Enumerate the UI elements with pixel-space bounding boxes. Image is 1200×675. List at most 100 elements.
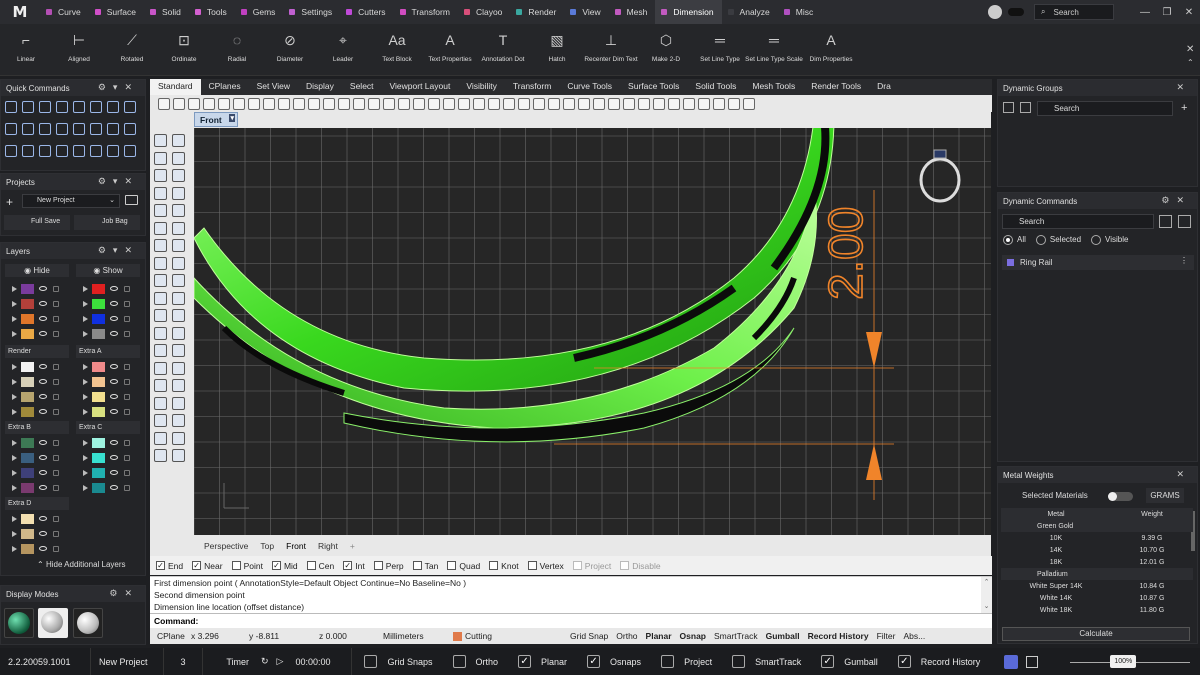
expand-icon[interactable]	[83, 300, 88, 307]
group-sort-icon[interactable]	[1020, 102, 1031, 113]
ribbon-recenter-dim-text-button[interactable]: ⊥ Recenter Dim Text	[584, 24, 637, 76]
quick-command-icon[interactable]	[5, 101, 17, 113]
toolbar-icon[interactable]	[593, 97, 605, 110]
restore-button[interactable]: ❐	[1156, 7, 1178, 18]
layer-color-swatch[interactable]	[21, 376, 34, 387]
quick-command-icon[interactable]	[90, 101, 102, 113]
view-tab-right[interactable]: Right	[312, 541, 344, 551]
palette-tool-icon[interactable]	[154, 204, 167, 217]
job-bag-button[interactable]: Job Bag	[74, 215, 140, 230]
quick-command-icon[interactable]	[5, 145, 17, 157]
palette-tool-icon[interactable]	[154, 291, 167, 305]
toolbar-icon[interactable]	[203, 97, 215, 110]
layer-color-swatch[interactable]	[21, 452, 34, 463]
eye-icon[interactable]	[39, 316, 47, 321]
osnap-int[interactable]: ✓ Int	[343, 561, 365, 571]
toolbar-tab-standard[interactable]: Standard	[150, 79, 201, 95]
osnap-quad[interactable]: Quad	[447, 561, 480, 571]
menu-tab-mesh[interactable]: Mesh	[609, 0, 656, 24]
timer-reset-icon[interactable]: ↻	[257, 656, 273, 667]
palette-tool-icon[interactable]	[154, 186, 167, 200]
layer-row[interactable]	[12, 436, 65, 449]
menu-tab-analyze[interactable]: Analyze	[722, 0, 778, 24]
ribbon-expand-icon[interactable]: ⌃	[1187, 58, 1194, 67]
ribbon-dim-properties-button[interactable]: A Dim Properties	[805, 24, 857, 76]
view-tab-front[interactable]: Front	[280, 541, 312, 551]
layer-color-swatch[interactable]	[92, 328, 105, 339]
dynamic-groups-close-icon[interactable]: ✕	[1176, 82, 1191, 93]
minimize-button[interactable]: —	[1134, 7, 1156, 18]
layer-color-swatch[interactable]	[21, 543, 34, 554]
layer-row[interactable]	[83, 312, 136, 325]
palette-tool-icon[interactable]	[172, 256, 185, 270]
eye-icon[interactable]	[39, 331, 47, 336]
ribbon-rotated-dim-button[interactable]: ⟋ Rotated	[106, 24, 158, 76]
toolbar-icon[interactable]	[488, 97, 500, 110]
close-window-button[interactable]: ✕	[1178, 7, 1200, 18]
toolbar-icon[interactable]	[308, 97, 320, 110]
eye-icon[interactable]	[110, 301, 118, 306]
menu-tab-solid[interactable]: Solid	[144, 0, 189, 24]
palette-tool-icon[interactable]	[154, 396, 167, 410]
projects-controls-icon[interactable]: ⚙▾✕	[98, 176, 139, 187]
layer-color-swatch[interactable]	[92, 482, 105, 493]
quick-command-icon[interactable]	[107, 123, 119, 135]
menu-tab-settings[interactable]: Settings	[283, 0, 340, 24]
rendered-mode-button[interactable]	[38, 608, 68, 638]
expand-icon[interactable]	[83, 439, 88, 446]
expand-icon[interactable]	[12, 515, 17, 522]
palette-tool-icon[interactable]	[172, 151, 185, 165]
palette-tool-icon[interactable]	[154, 361, 167, 375]
quick-command-icon[interactable]	[90, 145, 102, 157]
toolbar-tab-surface-tools[interactable]: Surface Tools	[620, 79, 687, 95]
ring-rail-command[interactable]: Ring Rail ⋮	[1002, 255, 1194, 270]
eye-icon[interactable]	[110, 485, 118, 490]
quick-command-icon[interactable]	[124, 123, 136, 135]
toolbar-icon[interactable]	[743, 97, 755, 110]
status-toggle-grid-snap[interactable]: Grid Snap	[566, 631, 612, 641]
quick-command-icon[interactable]	[56, 123, 68, 135]
palette-tool-icon[interactable]	[172, 221, 185, 235]
menu-tab-clayoo[interactable]: Clayoo	[458, 0, 510, 24]
palette-tool-icon[interactable]	[154, 344, 167, 357]
lock-icon[interactable]	[53, 469, 59, 476]
lock-icon[interactable]	[53, 363, 59, 370]
command-line[interactable]: Command:	[150, 613, 992, 628]
lock-icon[interactable]	[124, 439, 130, 446]
dynamic-commands-controls-icon[interactable]: ⚙✕	[1161, 195, 1191, 206]
full-save-button[interactable]: Full Save	[4, 215, 70, 230]
quick-command-icon[interactable]	[90, 123, 102, 135]
filter-all[interactable]: All	[1003, 235, 1026, 245]
ribbon-diameter-dim-button[interactable]: ⊘ Diameter	[264, 24, 316, 76]
layer-row[interactable]	[83, 481, 136, 494]
layer-color-swatch[interactable]	[92, 298, 105, 309]
expand-icon[interactable]	[12, 408, 17, 415]
quick-command-icon[interactable]	[73, 145, 85, 157]
toolbar-tab-solid-tools[interactable]: Solid Tools	[687, 79, 744, 95]
expand-icon[interactable]	[83, 408, 88, 415]
status-toggle-ortho[interactable]: Ortho	[612, 631, 641, 641]
status-toggle-record-history[interactable]: Record History	[804, 631, 873, 641]
bottom-toggle-smarttrack[interactable]: SmartTrack	[732, 655, 821, 668]
toolbar-icon[interactable]	[578, 97, 590, 110]
toolbar-icon[interactable]	[623, 97, 635, 110]
osnap-near[interactable]: ✓ Near	[192, 561, 223, 571]
status-units[interactable]: Millimeters	[376, 631, 446, 641]
expand-icon[interactable]	[12, 484, 17, 491]
expand-icon[interactable]	[83, 378, 88, 385]
toolbar-tab-cplanes[interactable]: CPlanes	[201, 79, 249, 95]
eye-icon[interactable]	[110, 440, 118, 445]
palette-tool-icon[interactable]	[154, 449, 167, 462]
quick-command-icon[interactable]	[107, 145, 119, 157]
eye-icon[interactable]	[39, 470, 47, 475]
palette-tool-icon[interactable]	[172, 186, 185, 200]
toolbar-icon[interactable]	[263, 97, 275, 110]
toolbar-icon[interactable]	[278, 97, 290, 110]
more-options-icon[interactable]: ⋮	[1180, 256, 1188, 265]
palette-tool-icon[interactable]	[172, 274, 185, 287]
bottom-toggle-project[interactable]: Project	[661, 655, 732, 668]
ribbon-close-icon[interactable]: ✕	[1186, 44, 1194, 55]
bottom-toggle-record-history[interactable]: ✓ Record History	[897, 655, 1001, 668]
dynamic-groups-search[interactable]: Search	[1037, 101, 1173, 116]
ribbon-ordinate-dim-button[interactable]: ⊡ Ordinate	[158, 24, 210, 76]
